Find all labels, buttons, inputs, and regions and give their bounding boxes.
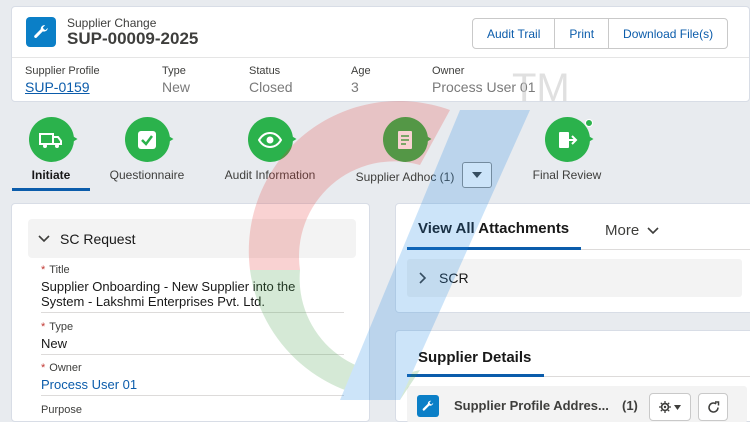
field-value: Supplier Onboarding - New Supplier into … <box>41 279 344 313</box>
required-marker: * <box>41 321 46 333</box>
watermark-text: TM <box>512 66 570 110</box>
age-label: Age <box>351 65 371 77</box>
owner-field: * Owner Process User 01 <box>41 362 344 396</box>
checkbox-icon <box>124 117 170 162</box>
refresh-icon <box>707 400 719 413</box>
related-list-title[interactable]: Supplier Profile Addres... <box>454 398 609 413</box>
wrench-icon <box>26 17 56 47</box>
step-label: Final Review <box>532 168 602 182</box>
supplier-details-panel: Supplier Details Supplier Profile Addres… <box>395 330 750 422</box>
tab-view-all-attachments[interactable]: View All Attachments <box>407 220 581 237</box>
record-title: SUP-00009-2025 <box>67 29 199 48</box>
sc-request-panel: SC Request * Title Supplier Onboarding - … <box>11 203 370 422</box>
field-label: Title <box>49 264 70 276</box>
field-value: New <box>41 336 344 355</box>
audit-trail-button[interactable]: Audit Trail <box>473 19 556 48</box>
purpose-field: Purpose <box>41 404 344 416</box>
chevron-down-icon <box>647 226 659 234</box>
age-value: 3 <box>351 79 359 95</box>
attachments-panel: View All Attachments More SCR <box>395 203 750 313</box>
related-list-header: Supplier Profile Addres... (1) <box>407 386 747 422</box>
tab-more[interactable]: More <box>605 222 659 239</box>
section-title: SC Request <box>60 230 136 247</box>
supplier-profile-field: Supplier Profile SUP-0159 <box>25 65 100 95</box>
status-value: Closed <box>249 79 293 95</box>
gear-icon <box>659 401 671 413</box>
document-icon <box>382 117 428 162</box>
exit-icon <box>544 117 590 162</box>
path-step-initiate[interactable]: Initiate <box>13 117 89 182</box>
active-step-indicator <box>12 188 90 191</box>
chevron-down-icon <box>38 234 50 242</box>
more-label: More <box>605 222 640 239</box>
field-label: Type <box>49 321 74 333</box>
field-label: Purpose <box>41 404 82 416</box>
title-field: * Title Supplier Onboarding - New Supplie… <box>41 264 344 313</box>
chevron-down-icon <box>472 172 482 178</box>
step-label: Initiate <box>31 168 71 182</box>
header-actions: Audit Trail Print Download File(s) <box>472 18 729 49</box>
supplier-profile-link[interactable]: SUP-0159 <box>25 79 100 95</box>
age-field: Age 3 <box>351 65 371 95</box>
type-field: * Type New <box>41 321 344 355</box>
refresh-button[interactable] <box>698 393 728 421</box>
active-tab-indicator <box>407 374 544 377</box>
required-marker: * <box>41 362 46 374</box>
header-divider <box>12 57 749 58</box>
path-step-final-review[interactable]: Final Review <box>527 117 607 182</box>
notification-dot <box>585 119 593 127</box>
eye-icon <box>247 117 293 162</box>
scr-section-row[interactable]: SCR <box>407 259 742 297</box>
step-label: Supplier Adhoc (1) <box>355 170 455 184</box>
scr-label: SCR <box>439 270 469 286</box>
truck-icon <box>28 117 74 162</box>
status-field: Status Closed <box>249 65 293 95</box>
step-label: Audit Information <box>224 168 316 182</box>
tab-supplier-details[interactable]: Supplier Details <box>418 349 531 366</box>
status-label: Status <box>249 65 281 77</box>
supplier-profile-label: Supplier Profile <box>25 65 100 77</box>
field-label: Owner <box>49 362 82 374</box>
wrench-icon <box>417 395 439 417</box>
sc-request-section-header[interactable]: SC Request <box>28 219 356 258</box>
type-value: New <box>162 79 191 95</box>
title-line-2: System - Lakshmi Enterprises Pvt. Ltd. <box>41 294 265 309</box>
settings-menu-button[interactable] <box>649 393 691 421</box>
record-header: Supplier Change SUP-00009-2025 Audit Tra… <box>11 6 750 102</box>
type-field: Type New <box>162 65 190 95</box>
owner-link[interactable]: Process User 01 <box>41 377 344 396</box>
type-label: Type <box>162 65 186 77</box>
path-step-audit-information[interactable]: Audit Information <box>222 117 318 182</box>
chevron-down-icon <box>674 404 681 410</box>
step-dropdown-button[interactable] <box>462 162 492 188</box>
print-button[interactable]: Print <box>555 19 610 48</box>
object-label: Supplier Change <box>67 16 157 30</box>
title-line-1: Supplier Onboarding - New Supplier into … <box>41 279 296 294</box>
path-step-questionnaire[interactable]: Questionnaire <box>105 117 189 182</box>
path-step-supplier-adhoc[interactable]: Supplier Adhoc (1) <box>352 117 458 184</box>
related-list-count: (1) <box>622 398 638 413</box>
active-tab-indicator <box>407 247 581 250</box>
chevron-right-icon <box>419 272 427 284</box>
required-marker: * <box>41 264 46 276</box>
download-files-button[interactable]: Download File(s) <box>609 19 727 48</box>
step-label: Questionnaire <box>109 168 185 182</box>
